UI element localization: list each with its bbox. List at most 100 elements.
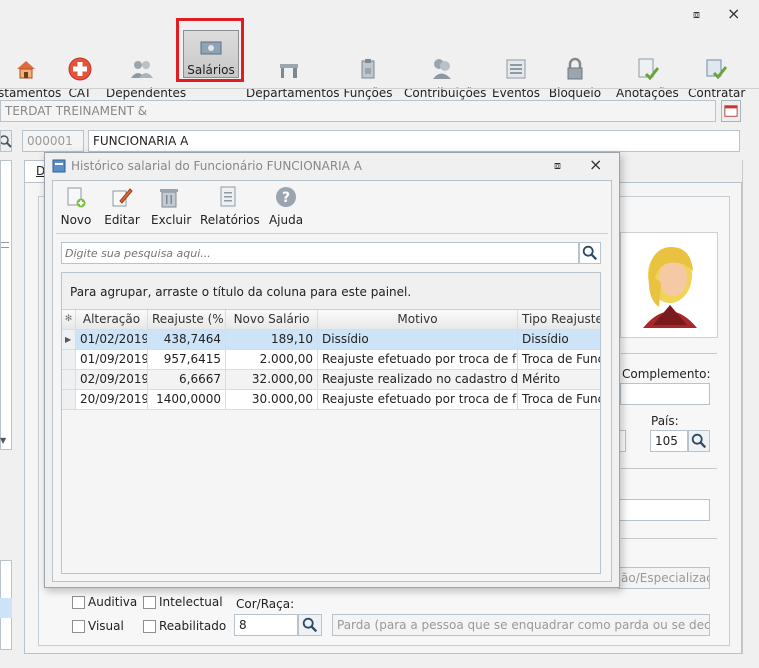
pais-input[interactable]: 105	[650, 430, 688, 452]
dialog-editar-button[interactable]: Editar	[104, 185, 140, 227]
cell-alteracao[interactable]: 01/09/2019	[76, 350, 148, 370]
table-row[interactable]: 01/09/2019 957,6415 2.000,00 Reajuste ef…	[62, 350, 600, 370]
cor-raca-label: Cor/Raça:	[236, 597, 295, 611]
cell-reajuste[interactable]: 957,6415	[148, 350, 226, 370]
toolbar-dependentes-button[interactable]: Dependentes	[106, 54, 186, 104]
cell-tipo-reajuste[interactable]: Dissídio	[518, 330, 600, 350]
cell-alteracao[interactable]: 01/02/2019	[76, 330, 148, 350]
left-panel	[0, 160, 12, 450]
reabilitado-checkbox[interactable]	[143, 620, 156, 633]
divider	[621, 468, 717, 469]
cell-novo-salario[interactable]: 2.000,00	[226, 350, 318, 370]
visual-checkbox[interactable]	[72, 620, 85, 633]
dialog-ajuda-button[interactable]: ? Ajuda	[268, 185, 304, 227]
left-scroll-arrow-down[interactable]: ▼	[0, 436, 12, 448]
toolbar-salarios-button[interactable]: Salários	[183, 30, 239, 78]
table-row[interactable]: 20/09/2019 1400,0000 30.000,00 Reajuste …	[62, 390, 600, 410]
cell-reajuste[interactable]: 438,7464	[148, 330, 226, 350]
dialog-excluir-button[interactable]: Excluir	[151, 185, 191, 227]
cell-reajuste[interactable]: 1400,0000	[148, 390, 226, 410]
help-icon: ?	[276, 187, 296, 207]
dialog-restore-button[interactable]: ⧈	[554, 159, 561, 173]
dialog-toolbar-label: Relatórios	[200, 213, 260, 227]
employee-search-icon[interactable]	[0, 130, 12, 152]
tab-dados[interactable]: D	[24, 160, 46, 182]
cell-motivo[interactable]: Reajuste realizado no cadastro do fur	[318, 370, 518, 390]
toolbar-funcoes-button[interactable]: Funções	[342, 54, 394, 104]
toolbar-afastamentos-button[interactable]: stamentos	[0, 54, 61, 104]
group-panel-hint: Para agrupar, arraste o título da coluna…	[70, 285, 412, 299]
intelectual-checkbox[interactable]	[143, 596, 156, 609]
trash-icon	[160, 189, 178, 208]
grid-header-row: ✻ Alteração Reajuste (%) Novo Salário Mo…	[62, 310, 600, 330]
toolbar-anotacoes-button[interactable]: Anotações	[616, 54, 679, 104]
employee-name-field[interactable]: FUNCIONARIA A	[88, 130, 740, 152]
grid-header-indicator[interactable]: ✻	[62, 310, 76, 330]
dialog-toolbar-label: Editar	[104, 213, 140, 227]
cell-tipo-reajuste[interactable]: Mérito	[518, 370, 600, 390]
column-header-tipo-reajuste[interactable]: Tipo Reajuste	[518, 310, 600, 330]
toolbar-contribuicoes-button[interactable]: Contribuições	[404, 54, 486, 104]
divider	[621, 353, 717, 354]
especializacao-field[interactable]: ão/Especialização	[618, 567, 710, 589]
column-header-reajuste[interactable]: Reajuste (%)	[148, 310, 226, 330]
table-row[interactable]: 02/09/2019 6,6667 32.000,00 Reajuste rea…	[62, 370, 600, 390]
cell-novo-salario[interactable]: 189,10	[226, 330, 318, 350]
people-icon	[433, 59, 451, 79]
cell-motivo[interactable]: Reajuste efetuado por troca de funçã	[318, 350, 518, 370]
pais-label: País:	[651, 414, 679, 428]
svg-text:?: ?	[282, 190, 290, 206]
lock-icon	[567, 57, 583, 80]
column-header-motivo[interactable]: Motivo	[318, 310, 518, 330]
background-input[interactable]	[618, 499, 710, 521]
column-header-alteracao[interactable]: Alteração	[76, 310, 148, 330]
cell-tipo-reajuste[interactable]: Troca de Funçã	[518, 390, 600, 410]
row-indicator	[62, 370, 76, 390]
company-field[interactable]: TERDAT TREINAMENT &	[0, 100, 716, 122]
grid-body: ✻ Alteração Reajuste (%) Novo Salário Mo…	[62, 309, 600, 573]
toolbar-contratar-button[interactable]: Contratar	[688, 54, 745, 104]
dialog-novo-button[interactable]: Novo	[60, 185, 92, 227]
employee-code-field[interactable]: 000001	[22, 130, 84, 152]
cell-alteracao[interactable]: 02/09/2019	[76, 370, 148, 390]
edit-pencil-icon	[112, 188, 133, 207]
column-header-novo-salario[interactable]: Novo Salário	[226, 310, 318, 330]
woman-avatar-icon	[643, 247, 697, 328]
dialog-relatorios-button[interactable]: Relatórios	[200, 185, 260, 227]
salary-grid: Para agrupar, arraste o título da coluna…	[61, 272, 601, 574]
cell-novo-salario[interactable]: 32.000,00	[226, 370, 318, 390]
reabilitado-label: Reabilitado	[159, 619, 227, 633]
cell-novo-salario[interactable]: 30.000,00	[226, 390, 318, 410]
dialog-search-input[interactable]	[61, 242, 579, 264]
company-lookup-button[interactable]	[721, 100, 741, 122]
cell-motivo[interactable]: Reajuste efetuado por troca de funçã	[318, 390, 518, 410]
left-grip	[1, 242, 9, 248]
dialog-search-button[interactable]	[579, 242, 601, 264]
cell-alteracao[interactable]: 20/09/2019	[76, 390, 148, 410]
cell-motivo[interactable]: Dissídio	[318, 330, 518, 350]
complemento-input[interactable]	[620, 383, 710, 405]
dialog-toolbar-label: Novo	[60, 213, 92, 227]
cor-raca-lookup-button[interactable]	[298, 614, 322, 636]
cell-tipo-reajuste[interactable]: Troca de Funçã	[518, 350, 600, 370]
pais-lookup-button[interactable]	[688, 430, 710, 452]
cell-reajuste[interactable]: 6,6667	[148, 370, 226, 390]
report-icon	[220, 186, 236, 207]
notes-check-icon	[638, 58, 660, 81]
dialog-close-button[interactable]: ×	[589, 155, 602, 174]
intelectual-label: Intelectual	[159, 595, 223, 609]
toolbar-cat-button[interactable]: CAT	[62, 54, 98, 104]
dialog-titlebar[interactable]: Histórico salarial do Funcionário FUNCIO…	[45, 153, 619, 179]
toolbar-eventos-button[interactable]: Eventos	[492, 54, 540, 104]
table-row[interactable]: ▶ 01/02/2019 438,7464 189,10 Dissídio Di…	[62, 330, 600, 350]
auditiva-checkbox[interactable]	[72, 596, 85, 609]
search-icon	[691, 433, 707, 449]
toolbar-bloqueio-button[interactable]: Bloqueio	[548, 54, 602, 104]
toolbar-departamentos-button[interactable]: Departamentos	[246, 54, 340, 104]
row-indicator	[62, 350, 76, 370]
dialog-app-icon	[52, 159, 66, 173]
window-close-button[interactable]: ×	[727, 4, 743, 23]
cor-raca-input[interactable]: 8	[234, 614, 298, 636]
window-restore-button[interactable]: ⧈	[693, 8, 707, 22]
new-document-icon	[67, 187, 86, 208]
